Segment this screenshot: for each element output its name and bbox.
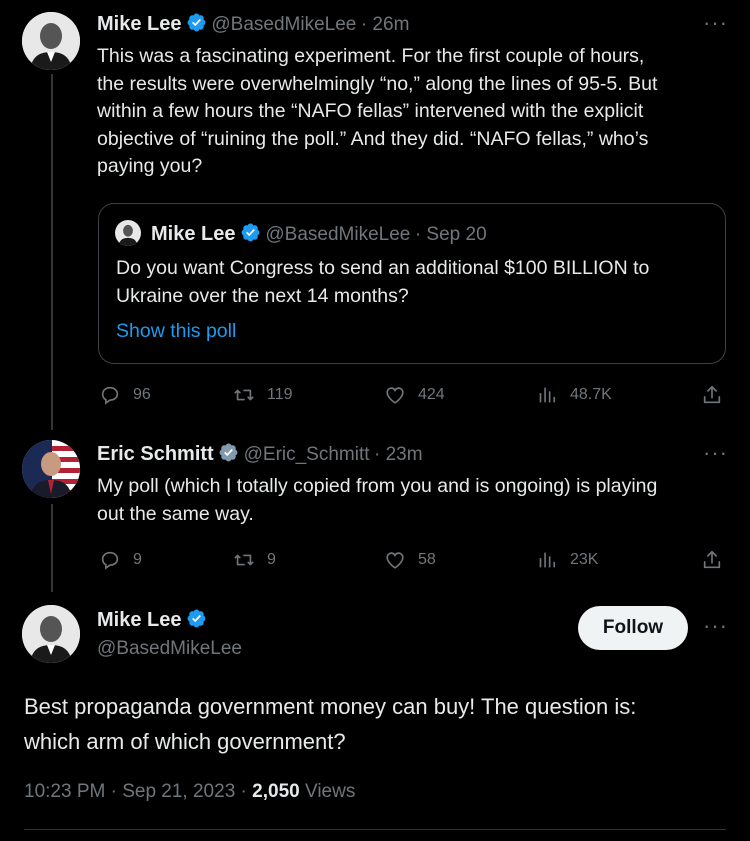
verified-icon <box>218 442 239 463</box>
thread-line <box>51 74 53 430</box>
quote-text-line: Ukraine over the next 14 months? <box>116 284 409 307</box>
reply-count: 9 <box>133 551 142 568</box>
like-button[interactable]: 424 <box>384 384 445 406</box>
tweet-text-line: the results were overwhelmingly “no,” al… <box>97 72 658 95</box>
main-tweet-text: Best propaganda government money can buy… <box>24 689 734 759</box>
reply-button[interactable]: 9 <box>99 549 142 571</box>
views-icon <box>536 549 558 571</box>
main-author: Mike Lee <box>97 608 207 632</box>
share-button[interactable] <box>701 384 723 406</box>
quote-author-handle: @BasedMikeLee <box>265 224 411 245</box>
reply-count: 96 <box>133 386 151 403</box>
reply-button[interactable]: 96 <box>99 384 151 406</box>
quoted-tweet[interactable]: Mike Lee @BasedMikeLee · Sep 20 Do you w… <box>98 203 726 364</box>
more-icon[interactable]: ··· <box>703 10 728 36</box>
tweet-text-line: Best propaganda government money can buy… <box>24 694 637 719</box>
views-icon <box>536 384 558 406</box>
like-count: 58 <box>418 551 436 568</box>
more-icon[interactable]: ··· <box>703 613 728 639</box>
tweet-text-line: within a few hours the “NAFO fellas” int… <box>97 100 644 122</box>
show-poll-link[interactable]: Show this poll <box>116 320 236 343</box>
quote-avatar <box>115 220 141 246</box>
quote-header: Mike Lee @BasedMikeLee · Sep 20 <box>151 222 487 246</box>
verified-icon <box>186 608 207 629</box>
author-name[interactable]: Mike Lee <box>97 13 181 35</box>
verified-icon <box>240 222 261 243</box>
views-button[interactable]: 48.7K <box>536 384 612 406</box>
quote-text-line: Do you want Congress to send an addition… <box>116 257 650 279</box>
tweet-header: Eric Schmitt @Eric_Schmitt · 23m <box>97 442 423 466</box>
verified-icon <box>186 12 207 33</box>
tweet-text-line: which arm of which government? <box>24 729 346 754</box>
reply-icon <box>99 384 121 406</box>
tweet-text-line: My poll (which I totally copied from you… <box>97 475 658 497</box>
reply-icon <box>99 549 121 571</box>
retweet-count: 9 <box>267 551 276 568</box>
like-icon <box>384 549 406 571</box>
views-count: 23K <box>570 551 599 568</box>
quote-text: Do you want Congress to send an addition… <box>116 255 716 310</box>
divider <box>24 829 726 830</box>
views-count: 2,050 <box>252 781 300 802</box>
author-name[interactable]: Eric Schmitt <box>97 443 214 465</box>
avatar[interactable] <box>22 440 80 498</box>
avatar[interactable] <box>22 605 80 663</box>
tweet-text-line: out the same way. <box>97 502 254 525</box>
tweet-text-line: paying you? <box>97 155 203 177</box>
tweet-timestamp[interactable]: 10:23 PM · Sep 21, 2023 · <box>24 781 247 802</box>
avatar[interactable] <box>22 12 80 70</box>
views-label: Views <box>304 781 356 802</box>
author-handle[interactable]: @BasedMikeLee <box>211 14 356 35</box>
author-name[interactable]: Mike Lee <box>97 609 181 631</box>
retweet-icon <box>233 384 255 406</box>
timestamp[interactable]: · 23m <box>374 444 423 465</box>
views-count: 48.7K <box>570 386 612 403</box>
like-button[interactable]: 58 <box>384 549 436 571</box>
follow-button[interactable]: Follow <box>578 606 688 650</box>
quote-timestamp: · Sep 20 <box>414 224 487 245</box>
share-button[interactable] <box>701 549 723 571</box>
timestamp[interactable]: · 26m <box>361 14 410 35</box>
tweet-text: This was a fascinating experiment. For t… <box>97 43 737 181</box>
retweet-button[interactable]: 119 <box>233 384 293 406</box>
retweet-icon <box>233 549 255 571</box>
like-count: 424 <box>418 386 445 403</box>
share-icon <box>701 549 723 571</box>
views-button[interactable]: 23K <box>536 549 598 571</box>
quote-author-name: Mike Lee <box>151 223 236 245</box>
like-icon <box>384 384 406 406</box>
more-icon[interactable]: ··· <box>703 440 728 466</box>
retweet-button[interactable]: 9 <box>233 549 276 571</box>
tweet-text-line: This was a fascinating experiment. For t… <box>97 45 645 67</box>
author-handle[interactable]: @BasedMikeLee <box>97 638 242 660</box>
thread-line <box>51 504 53 592</box>
tweet-text: My poll (which I totally copied from you… <box>97 473 737 528</box>
author-handle[interactable]: @Eric_Schmitt <box>244 444 370 465</box>
tweet-header: Mike Lee @BasedMikeLee · 26m <box>97 12 409 36</box>
share-icon <box>701 384 723 406</box>
tweet-meta: 10:23 PM · Sep 21, 2023 · 2,050 Views <box>24 781 355 803</box>
tweet-text-line: objective of “ruining the poll.” And the… <box>97 127 649 150</box>
retweet-count: 119 <box>267 386 293 403</box>
